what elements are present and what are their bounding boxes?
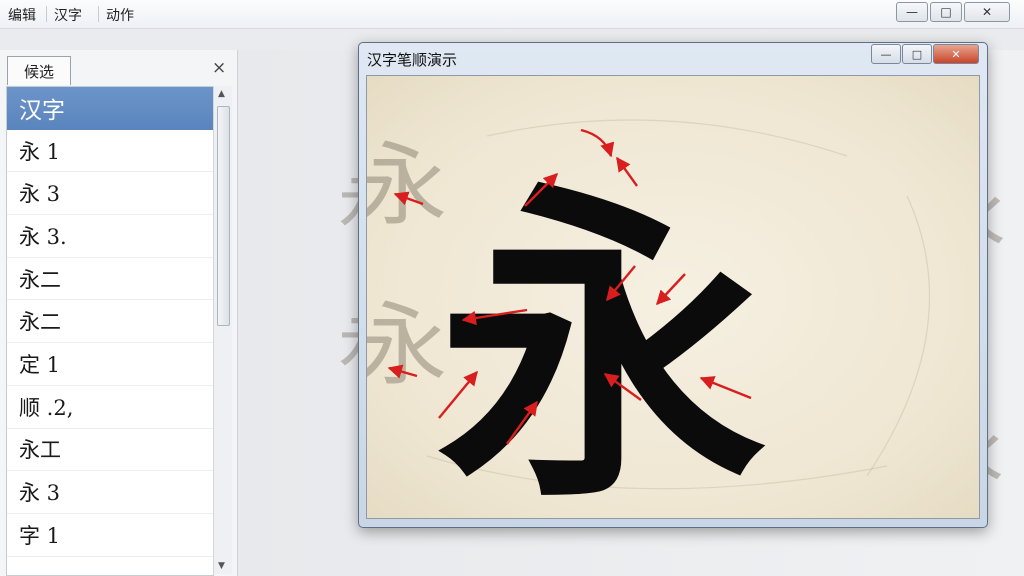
menu-separator: [46, 6, 47, 22]
list-item[interactable]: 永 3: [7, 172, 213, 216]
list-item[interactable]: 汉字: [7, 87, 213, 130]
tab-candidates[interactable]: 候选: [7, 56, 71, 85]
maximize-button[interactable]: □: [930, 2, 962, 22]
svg-text:永: 永: [367, 133, 447, 238]
list-item[interactable]: 定 1: [7, 343, 213, 386]
dialog-title: 汉字笔顺演示: [367, 51, 458, 69]
menu-hanzi[interactable]: 汉字: [54, 5, 82, 25]
scroll-down-icon[interactable]: ▼: [218, 561, 225, 571]
dialog-close-button[interactable]: ✕: [933, 44, 979, 64]
list-item[interactable]: 永 3: [7, 471, 213, 514]
menu-action[interactable]: 动作: [106, 5, 134, 25]
stroke-arrow: [580, 128, 615, 158]
dialog-controls: — □ ✕: [871, 44, 979, 64]
panel-close-icon[interactable]: ×: [212, 58, 226, 78]
stroke-canvas[interactable]: 永 永 永: [366, 75, 980, 519]
menu-separator: [98, 6, 99, 22]
list-item[interactable]: 永 3.: [7, 215, 213, 258]
list-scrollbar[interactable]: ▲ ▼: [213, 86, 232, 574]
scroll-up-icon[interactable]: ▲: [218, 89, 225, 99]
ghost-character-left: 永 永: [367, 133, 447, 398]
svg-text:永: 永: [367, 293, 447, 398]
menu-bar: 编辑 汉字 动作 — □ ✕: [0, 0, 1024, 29]
dialog-minimize-button[interactable]: —: [871, 44, 901, 64]
list-item[interactable]: 顺 .2,: [7, 386, 213, 429]
list-item[interactable]: 永二: [7, 258, 213, 301]
stroke-order-dialog: 汉字笔顺演示 — □ ✕ 永 永 永: [358, 42, 988, 528]
dialog-maximize-button[interactable]: □: [902, 44, 932, 64]
list-item[interactable]: 永工: [7, 429, 213, 472]
list-item[interactable]: 永 1: [7, 130, 213, 173]
menu-edit[interactable]: 编辑: [8, 5, 36, 25]
list-item[interactable]: 字 1: [7, 514, 213, 557]
list-item[interactable]: 永二: [7, 300, 213, 344]
minimize-button[interactable]: —: [896, 2, 928, 22]
stroke-demo-svg: 永 永 永: [367, 119, 931, 518]
window-controls: — □ ✕: [896, 2, 1010, 22]
scrollbar-thumb[interactable]: [217, 106, 230, 326]
candidate-panel: 候选 × 汉字 永 1 永 3 永 3. 永二 永二 定 1 顺 .2, 永工 …: [0, 50, 238, 576]
candidate-list: 汉字 永 1 永 3 永 3. 永二 永二 定 1 顺 .2, 永工 永 3 字…: [6, 86, 214, 576]
main-character: 永: [437, 154, 767, 518]
close-button[interactable]: ✕: [964, 2, 1010, 22]
